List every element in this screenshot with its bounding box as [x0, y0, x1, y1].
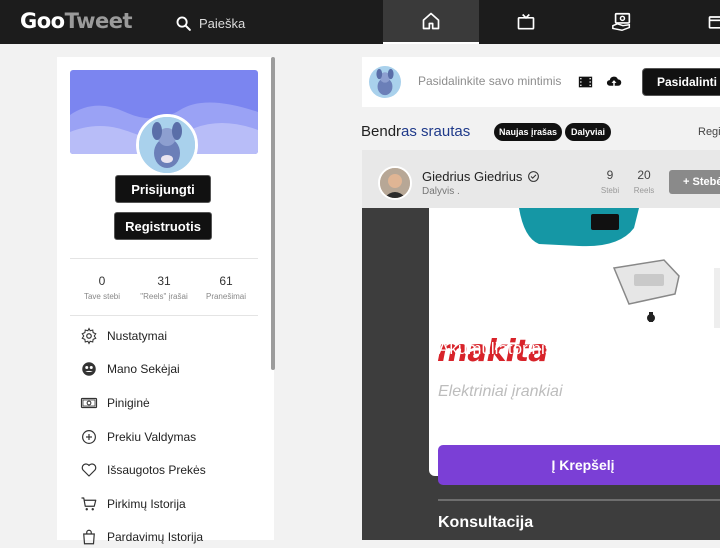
stat-value: 20: [630, 168, 658, 182]
video-icon[interactable]: [577, 74, 594, 90]
menu-item-wallet[interactable]: Piniginė: [80, 392, 150, 414]
stat-label: "Reels" įrašai: [132, 292, 196, 301]
post-composer: Pasidalinkite savo mintimis Pasidalinti: [362, 57, 720, 107]
composer-avatar: [369, 66, 401, 98]
add-to-cart-button[interactable]: Į Krepšelį: [438, 445, 720, 485]
product-post-card: Giedrius Giedrius Dalyvis . 9 Stebi 20 R…: [362, 150, 720, 540]
divider: [70, 258, 258, 259]
product-price: Kaina: 98 €: [438, 414, 519, 432]
post-stat-following: 9 Stebi: [598, 168, 622, 195]
drill-battery-illustration: [429, 208, 720, 338]
menu-item-saved-products[interactable]: Išsaugotos Prekės: [80, 459, 206, 481]
author-name[interactable]: Giedrius Giedrius: [422, 169, 540, 184]
composer-input[interactable]: Pasidalinkite savo mintimis: [418, 74, 561, 88]
right-tab-cut[interactable]: Regi: [698, 126, 720, 138]
tv-icon: [516, 12, 536, 32]
product-title[interactable]: Akumuliatorinis smūginis suktuvas Makita…: [438, 337, 720, 383]
menu-item-sales-history[interactable]: Pardavimų Istorija: [80, 526, 203, 548]
section-divider: [438, 499, 720, 501]
bag-icon: [80, 528, 98, 546]
menu-item-settings[interactable]: Nustatymai: [80, 325, 167, 347]
stat-label: Tave stebi: [70, 292, 134, 301]
verified-icon: [527, 170, 540, 183]
gear-icon: [80, 327, 98, 345]
login-button[interactable]: Prisijungti: [115, 175, 211, 203]
wallet-hand-icon: [611, 11, 633, 33]
nav-tab-tv[interactable]: [478, 0, 574, 44]
heart-icon: [80, 461, 98, 479]
search-box[interactable]: Paieška: [175, 13, 245, 33]
stat-value: 61: [194, 274, 258, 288]
author-avatar[interactable]: [378, 166, 412, 200]
nav-tab-film[interactable]: [669, 0, 720, 44]
share-button[interactable]: Pasidalinti: [642, 68, 720, 96]
post-stat-reels: 20 Reels: [630, 168, 658, 195]
members-pill[interactable]: Dalyviai: [565, 123, 611, 141]
profile-sidebar: Prisijungti Registruotis 0 Tave stebi 31…: [57, 57, 274, 540]
film-icon: [706, 12, 720, 32]
nav-tab-home[interactable]: [383, 0, 479, 44]
plus-circle-icon: [80, 428, 98, 446]
author-role: Dalyvis .: [422, 186, 460, 197]
stat-notifications: 61 Pranešimai: [194, 274, 258, 301]
sidebar-scrollbar[interactable]: [271, 57, 275, 370]
post-header: Giedrius Giedrius Dalyvis . 9 Stebi 20 R…: [362, 150, 720, 208]
stat-followers: 0 Tave stebi: [70, 274, 134, 301]
wallet-icon: [80, 394, 98, 412]
stat-reels: 31 "Reels" įrašai: [132, 274, 196, 301]
stat-value: 9: [598, 168, 622, 182]
stat-value: 0: [70, 274, 134, 288]
stat-label: Reels: [630, 186, 658, 195]
stat-value: 31: [132, 274, 196, 288]
divider: [70, 315, 258, 316]
menu-item-followers[interactable]: Mano Sekėjai: [80, 358, 180, 380]
menu-item-product-management[interactable]: Prekiu Valdymas: [80, 426, 196, 448]
gootweet-logo[interactable]: GooTweet: [20, 9, 132, 33]
home-icon: [421, 11, 441, 31]
author-name-text: Giedrius Giedrius: [422, 169, 522, 184]
cart-icon: [80, 495, 98, 513]
search-icon: [175, 15, 192, 32]
product-category: Elektriniai įrankiai: [438, 383, 563, 401]
upload-cloud-icon[interactable]: [605, 73, 623, 90]
top-navigation-bar: GooTweet Paieška: [0, 0, 720, 44]
stat-label: Pranešimai: [194, 292, 258, 301]
menu-item-label: Pirkimų Istorija: [107, 497, 186, 511]
logo-part-tweet: Tweet: [65, 9, 132, 33]
profile-avatar[interactable]: [136, 114, 198, 176]
feed-title-part1: Bendr: [361, 123, 401, 140]
feed-title-part2: as srautas: [401, 123, 470, 140]
feed-title: Bendras srautas: [361, 123, 470, 140]
stat-label: Stebi: [598, 186, 622, 195]
followers-icon: [80, 360, 98, 378]
menu-item-label: Nustatymai: [107, 329, 167, 343]
search-input[interactable]: Paieška: [199, 16, 245, 31]
menu-item-label: Išsaugotos Prekės: [107, 463, 206, 477]
follow-button[interactable]: + Stebė: [669, 170, 720, 194]
nav-tab-wallet[interactable]: [574, 0, 670, 44]
consultation-heading: Konsultacija: [438, 514, 533, 532]
menu-item-label: Piniginė: [107, 396, 150, 410]
register-button[interactable]: Registruotis: [114, 212, 212, 240]
menu-item-label: Pardavimų Istorija: [107, 530, 203, 544]
menu-item-label: Mano Sekėjai: [107, 362, 180, 376]
menu-item-purchase-history[interactable]: Pirkimų Istorija: [80, 493, 186, 515]
new-post-pill[interactable]: Naujas įrašas: [494, 123, 562, 141]
logo-part-goo: Goo: [20, 9, 65, 33]
menu-item-label: Prekiu Valdymas: [107, 430, 196, 444]
